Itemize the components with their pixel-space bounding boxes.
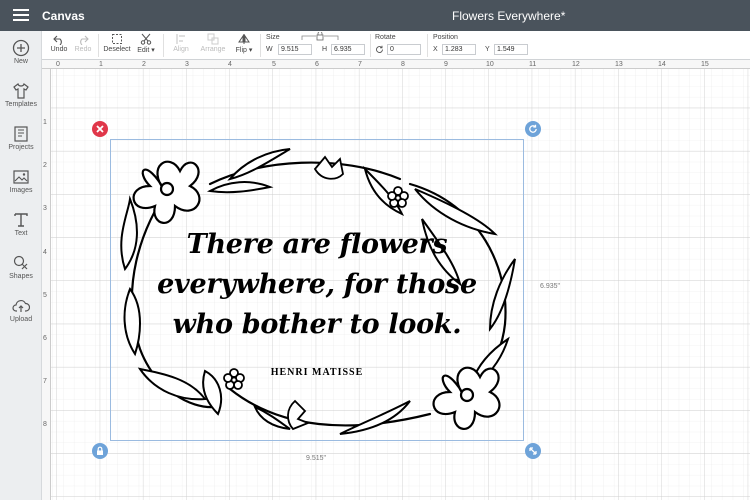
height-label: H [322,46,328,53]
top-bar: Canvas Flowers Everywhere* [0,0,750,31]
rail-label: New [13,58,28,65]
rotate-label: Rotate [375,34,396,41]
width-dimension-readout: 9.515" [306,455,327,462]
shapes-icon [13,255,28,270]
align-button[interactable]: Align [168,33,194,53]
toolbar-divider [370,34,371,57]
height-dimension-readout: 6.935" [540,283,561,290]
size-label: Size [266,34,280,41]
image-icon [13,170,29,184]
rail-label: Upload [9,316,33,323]
left-panel: New Templates Projects Images Text Shape… [0,31,42,500]
plus-circle-icon [12,39,30,57]
width-input[interactable] [278,44,312,55]
rotate-input[interactable] [387,44,421,55]
horizontal-ruler: 0 1 2 3 4 5 6 7 8 9 10 11 12 13 14 15 [42,60,750,69]
arrange-icon [207,33,219,45]
rail-shapes[interactable]: Shapes [0,252,42,294]
rail-label: Templates [5,101,37,108]
lock-proportions-handle[interactable] [92,443,108,459]
deselect-button[interactable]: Deselect [103,33,131,53]
deselect-icon [112,34,122,44]
scissors-icon [140,33,152,45]
position-label: Position [433,34,458,41]
toolbar-divider [98,34,99,57]
rail-label: Shapes [9,273,33,280]
toolbar-divider [163,34,164,57]
cloud-upload-icon [12,300,30,312]
lock-icon [97,446,103,455]
rotate-icon [376,45,383,53]
rotate-handle[interactable] [525,121,541,137]
flip-button[interactable]: Flip ▾ [232,33,256,54]
rail-upload[interactable]: Upload [0,295,42,337]
y-position-input[interactable] [494,44,528,55]
rotate-icon [529,124,537,133]
flip-icon [238,34,250,44]
resize-handle[interactable] [525,443,541,459]
tshirt-icon [13,83,29,99]
redo-icon [80,35,89,45]
width-label: W [266,46,273,53]
edit-toolbar: Undo Redo Deselect Edit ▾ Align Arrange … [42,31,750,60]
rail-text[interactable]: Text [0,209,42,251]
redo-button[interactable]: Redo [73,33,93,53]
rail-new[interactable]: New [0,37,42,79]
document-title[interactable]: Flowers Everywhere* [452,9,565,23]
rail-projects[interactable]: Projects [0,123,42,165]
app-title: Canvas [42,9,85,23]
vertical-ruler: 1 2 3 4 5 6 7 8 [42,69,51,500]
close-icon [96,125,104,133]
toolbar-divider [427,34,428,57]
undo-icon [53,35,62,45]
projects-icon [14,126,28,142]
x-position-input[interactable] [442,44,476,55]
undo-button[interactable]: Undo [49,33,69,53]
size-lock-icon[interactable] [300,32,340,42]
arrange-button[interactable]: Arrange [198,33,228,53]
x-label: X [433,46,438,53]
resize-arrows-icon [529,447,537,455]
rail-images[interactable]: Images [0,166,42,208]
align-icon [176,34,185,44]
y-label: Y [485,46,490,53]
delete-handle[interactable] [92,121,108,137]
selection-bounding-box[interactable] [110,139,524,441]
toolbar-divider [260,34,261,57]
hamburger-menu-icon[interactable] [13,9,29,21]
rail-label: Projects [8,144,34,151]
edit-button[interactable]: Edit ▾ [135,33,157,54]
height-input[interactable] [331,44,365,55]
rail-label: Images [9,187,33,194]
text-icon [14,213,28,227]
rail-templates[interactable]: Templates [0,80,42,122]
rail-label: Text [14,230,28,237]
